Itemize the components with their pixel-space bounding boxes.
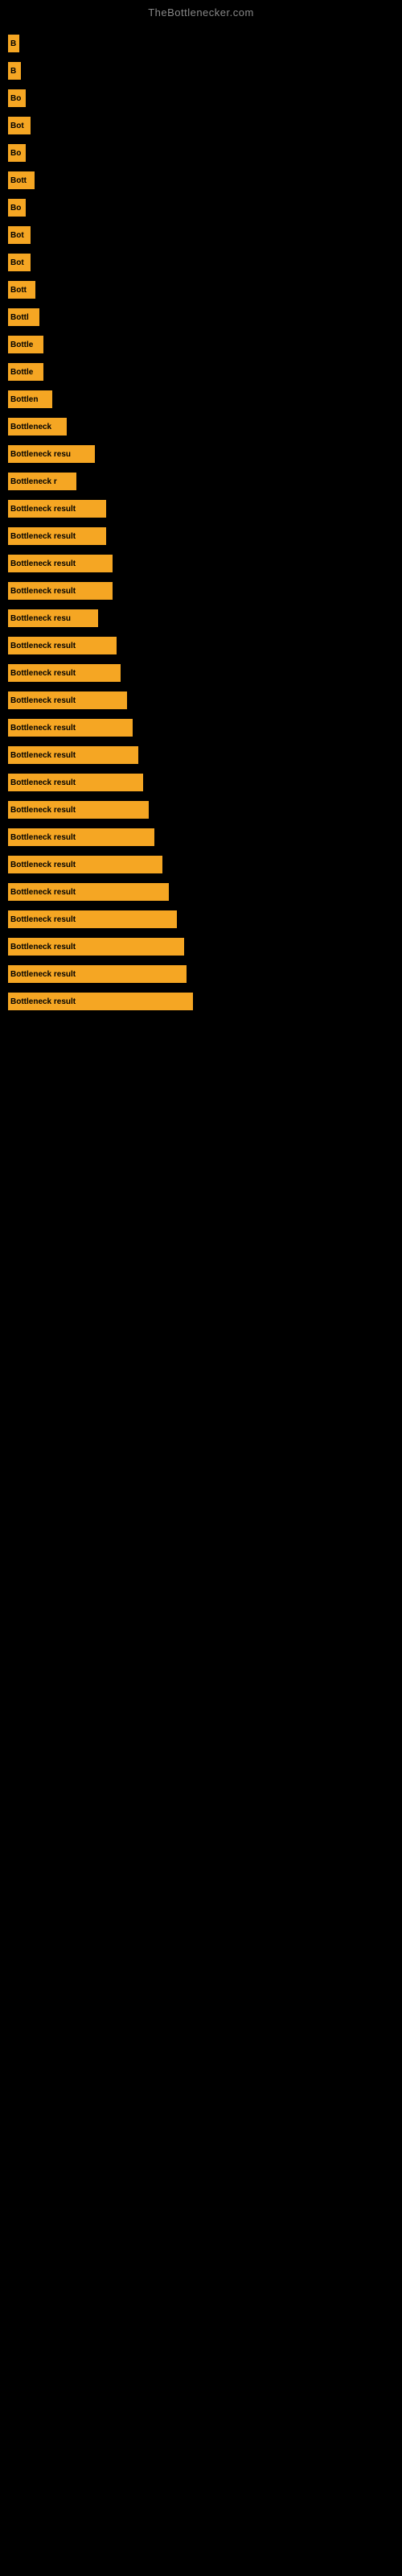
bar-label: Bottleneck result (8, 664, 121, 682)
bar-row: Bottleneck result (8, 988, 402, 1015)
bar-row: Bottleneck result (8, 796, 402, 824)
bar-label: Bottleneck result (8, 691, 127, 709)
bar-label: Bott (8, 171, 35, 189)
bar-label: Bottleneck result (8, 719, 133, 737)
bar-row: Bottlen (8, 386, 402, 413)
bar-label: B (8, 35, 19, 52)
bar-row: Bott (8, 167, 402, 194)
bar-label: Bottleneck result (8, 993, 193, 1010)
bar-row: Bottleneck (8, 413, 402, 440)
bar-label: Bott (8, 281, 35, 299)
bar-row: Bo (8, 194, 402, 221)
bar-label: Bo (8, 199, 26, 217)
bar-row: Bot (8, 112, 402, 139)
bar-row: Bottleneck result (8, 632, 402, 659)
bar-label: Bottleneck resu (8, 609, 98, 627)
bar-label: Bot (8, 117, 31, 134)
bar-label: Bottleneck result (8, 856, 162, 873)
bar-label: Bo (8, 89, 26, 107)
bar-row: Bo (8, 85, 402, 112)
bar-row: Bot (8, 249, 402, 276)
bar-row: Bottleneck result (8, 659, 402, 687)
bar-row: Bottleneck result (8, 577, 402, 605)
bar-row: Bottleneck result (8, 851, 402, 878)
bar-label: Bo (8, 144, 26, 162)
bar-row: Bottleneck resu (8, 440, 402, 468)
bar-label: Bottleneck result (8, 555, 113, 572)
bar-label: Bottleneck result (8, 582, 113, 600)
bar-row: B (8, 30, 402, 57)
bar-row: Bott (8, 276, 402, 303)
bar-row: Bottleneck result (8, 769, 402, 796)
bar-label: Bottleneck result (8, 801, 149, 819)
bar-label: Bottleneck result (8, 746, 138, 764)
bar-row: Bottleneck resu (8, 605, 402, 632)
bar-row: Bottleneck result (8, 495, 402, 522)
bar-label: Bottle (8, 363, 43, 381)
bar-label: Bottleneck r (8, 473, 76, 490)
bar-label: Bot (8, 254, 31, 271)
bar-row: Bo (8, 139, 402, 167)
site-title: TheBottlenecker.com (0, 0, 402, 22)
bar-label: Bottl (8, 308, 39, 326)
bar-row: Bottleneck result (8, 741, 402, 769)
bar-label: Bottleneck result (8, 500, 106, 518)
bar-label: Bottleneck (8, 418, 67, 436)
bar-row: Bottleneck result (8, 933, 402, 960)
bar-label: Bottleneck resu (8, 445, 95, 463)
bar-label: Bottleneck result (8, 938, 184, 956)
bar-label: Bottleneck result (8, 774, 143, 791)
bar-label: Bot (8, 226, 31, 244)
bar-label: Bottleneck result (8, 965, 187, 983)
bar-row: Bot (8, 221, 402, 249)
bar-label: B (8, 62, 21, 80)
bar-row: Bottleneck r (8, 468, 402, 495)
bar-label: Bottleneck result (8, 828, 154, 846)
bar-label: Bottleneck result (8, 883, 169, 901)
bar-row: Bottle (8, 331, 402, 358)
bar-row: Bottleneck result (8, 960, 402, 988)
bar-row: Bottleneck result (8, 878, 402, 906)
bar-label: Bottleneck result (8, 637, 117, 654)
bar-row: Bottleneck result (8, 687, 402, 714)
bar-label: Bottle (8, 336, 43, 353)
bar-row: Bottleneck result (8, 714, 402, 741)
bars-container: BB Bo Bot Bo Bott Bo Bot Bot Bott Bottl Bottle Bott… (0, 22, 402, 1015)
bar-row: Bottleneck result (8, 824, 402, 851)
bar-label: Bottleneck result (8, 910, 177, 928)
bar-label: Bottleneck result (8, 527, 106, 545)
bar-row: B (8, 57, 402, 85)
bar-row: Bottle (8, 358, 402, 386)
bar-label: Bottlen (8, 390, 52, 408)
bar-row: Bottl (8, 303, 402, 331)
bar-row: Bottleneck result (8, 550, 402, 577)
bar-row: Bottleneck result (8, 522, 402, 550)
bar-row: Bottleneck result (8, 906, 402, 933)
